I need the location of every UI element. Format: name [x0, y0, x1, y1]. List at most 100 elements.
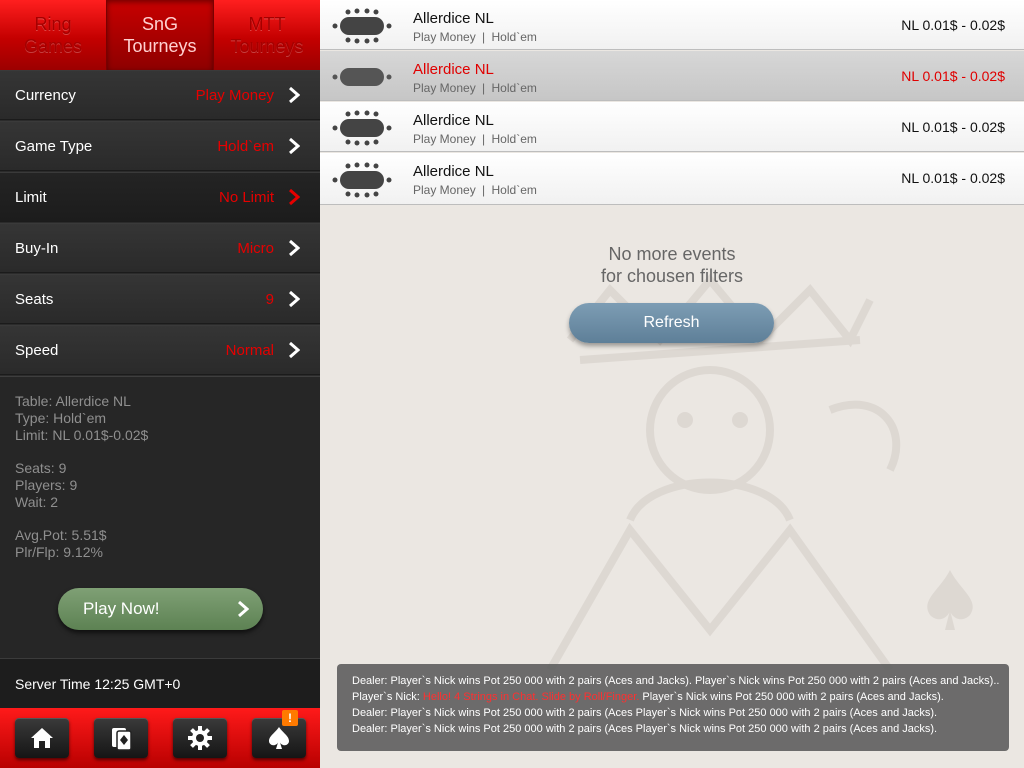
table-game: Hold`em	[491, 183, 537, 197]
cards-icon	[112, 728, 132, 751]
chat-log[interactable]: Dealer: Player`s Nick wins Pot 250 000 w…	[337, 664, 1009, 751]
info-wait: Wait: 2	[15, 494, 59, 510]
spade-icon	[269, 727, 289, 749]
chevron-right-icon	[289, 341, 300, 359]
table-row[interactable]: Allerdice NL Play Money | Hold`em NL 0.0…	[320, 102, 1024, 152]
table-details: Play Money | Hold`em	[413, 132, 537, 146]
table-stakes: NL 0.01$ - 0.02$	[901, 17, 1005, 33]
table-row[interactable]: Allerdice NL Play Money | Hold`em NL 0.0…	[320, 51, 1024, 101]
table-game: Hold`em	[491, 81, 537, 95]
chat-line: Dealer: Player`s Nick wins Pot 250 000 w…	[352, 721, 1009, 737]
tab-label: Tourneys	[230, 36, 304, 56]
table-details: Play Money | Hold`em	[413, 81, 537, 95]
table-details: Play Money | Hold`em	[413, 30, 537, 44]
chat-text: Player`s Nick wins Pot 250 000 with 2 pa…	[390, 723, 938, 735]
chat-line: Player`s Nick: Hello! 4 Strings in Chat.…	[352, 689, 1009, 705]
table-icon	[332, 110, 392, 146]
filter-limit[interactable]: Limit No Limit	[0, 172, 320, 222]
chevron-right-icon	[289, 239, 300, 257]
filter-label: Seats	[15, 290, 54, 308]
table-currency: Play Money	[413, 81, 476, 95]
chevron-right-icon	[289, 290, 300, 308]
table-game: Hold`em	[491, 30, 537, 44]
tab-label: Tourneys	[123, 36, 197, 56]
table-name: Allerdice NL	[413, 112, 494, 129]
tab-ring-games[interactable]: Ring Games	[0, 0, 107, 70]
filter-label: Currency	[15, 86, 76, 104]
chat-text: Player`s Nick wins Pot 250 000 with 2 pa…	[642, 691, 944, 703]
chat-text: Player`s Nick wins Pot 250 000 with 2 pa…	[390, 707, 938, 719]
info-avg-pot: Avg.Pot: 5.51$	[15, 527, 107, 543]
filter-value: 9	[265, 290, 274, 308]
info-table: Table: Allerdice NL	[15, 393, 131, 409]
empty-message: No more events for chousen filters	[320, 243, 1024, 287]
filter-seats[interactable]: Seats 9	[0, 274, 320, 324]
table-row[interactable]: Allerdice NL Play Money | Hold`em NL 0.0…	[320, 153, 1024, 205]
chat-text: Player`s Nick wins Pot 250 000 with 2 pa…	[390, 675, 1000, 687]
table-name: Allerdice NL	[413, 163, 494, 180]
home-icon	[31, 728, 53, 748]
filter-value: Play Money	[195, 86, 274, 104]
tab-label: Games	[23, 36, 83, 56]
cards-button[interactable]	[94, 718, 148, 758]
separator: |	[482, 132, 486, 146]
table-stakes: NL 0.01$ - 0.02$	[901, 68, 1005, 84]
left-panel: Ring Games SnG Tourneys MTT Tourneys Curren…	[0, 0, 320, 768]
server-time: Server Time 12:25 GMT+0	[0, 658, 320, 708]
play-now-label: Play Now!	[83, 599, 160, 618]
home-button[interactable]	[15, 718, 69, 758]
tab-mtt-tourneys[interactable]: MTT Tourneys	[214, 0, 320, 70]
play-now-button[interactable]: Play Now!	[58, 588, 263, 630]
tab-sng-tourneys[interactable]: SnG Tourneys	[107, 0, 214, 70]
settings-button[interactable]	[173, 718, 227, 758]
info-players: Players: 9	[15, 477, 78, 493]
chat-line: Dealer: Player`s Nick wins Pot 250 000 w…	[352, 705, 1009, 721]
filter-label: Limit	[15, 188, 47, 206]
separator: |	[482, 183, 486, 197]
filter-currency[interactable]: Currency Play Money	[0, 70, 320, 120]
tab-label: MTT	[248, 14, 286, 34]
separator: |	[482, 30, 486, 44]
game-type-tabs: Ring Games SnG Tourneys MTT Tourneys	[0, 0, 320, 70]
chevron-right-icon	[289, 86, 300, 104]
chat-line: Dealer: Player`s Nick wins Pot 250 000 w…	[352, 673, 1009, 689]
chevron-right-icon	[289, 188, 300, 206]
info-limit: Limit: NL 0.01$-0.02$	[15, 427, 149, 443]
info-type: Type: Hold`em	[15, 410, 107, 426]
filter-speed[interactable]: Speed Normal	[0, 325, 320, 375]
bottom-toolbar: !	[0, 708, 320, 768]
table-icon	[332, 8, 392, 44]
chat-speaker: Dealer:	[352, 707, 388, 719]
table-stakes: NL 0.01$ - 0.02$	[901, 119, 1005, 135]
filter-game-type[interactable]: Game Type Hold`em	[0, 121, 320, 171]
table-name: Allerdice NL	[413, 61, 494, 78]
chat-highlight: Hello! 4 Strings in Chat. Slide by Roll/…	[422, 691, 640, 703]
table-game: Hold`em	[491, 132, 537, 146]
empty-message-line: for chousen filters	[600, 266, 744, 286]
info-seats: Seats: 9	[15, 460, 67, 476]
filter-buy-in[interactable]: Buy-In Micro	[0, 223, 320, 273]
filter-value: Normal	[225, 341, 274, 359]
table-stakes: NL 0.01$ - 0.02$	[901, 170, 1005, 186]
games-list-panel: Allerdice NL Play Money | Hold`em NL 0.0…	[320, 0, 1024, 768]
table-icon	[332, 68, 392, 86]
info-plr-flp: Plr/Flp: 9.12%	[15, 544, 103, 560]
table-icon	[332, 162, 392, 198]
lobby-spade-button[interactable]: !	[252, 710, 306, 758]
table-currency: Play Money	[413, 132, 476, 146]
table-currency: Play Money	[413, 30, 476, 44]
refresh-button[interactable]: Refresh	[569, 303, 774, 343]
table-details: Play Money | Hold`em	[413, 183, 537, 197]
chat-speaker: Player`s Nick:	[352, 691, 420, 703]
table-currency: Play Money	[413, 183, 476, 197]
chat-speaker: Dealer:	[352, 675, 388, 687]
gear-icon	[188, 726, 212, 750]
filter-value: No Limit	[218, 188, 274, 206]
tab-label: Ring	[34, 14, 72, 34]
table-row[interactable]: Allerdice NL Play Money | Hold`em NL 0.0…	[320, 0, 1024, 50]
filter-label: Buy-In	[15, 239, 59, 257]
filter-label: Speed	[15, 341, 59, 359]
tab-label: SnG	[141, 14, 178, 34]
notification-badge: !	[282, 710, 298, 726]
filter-value: Hold`em	[217, 137, 274, 155]
